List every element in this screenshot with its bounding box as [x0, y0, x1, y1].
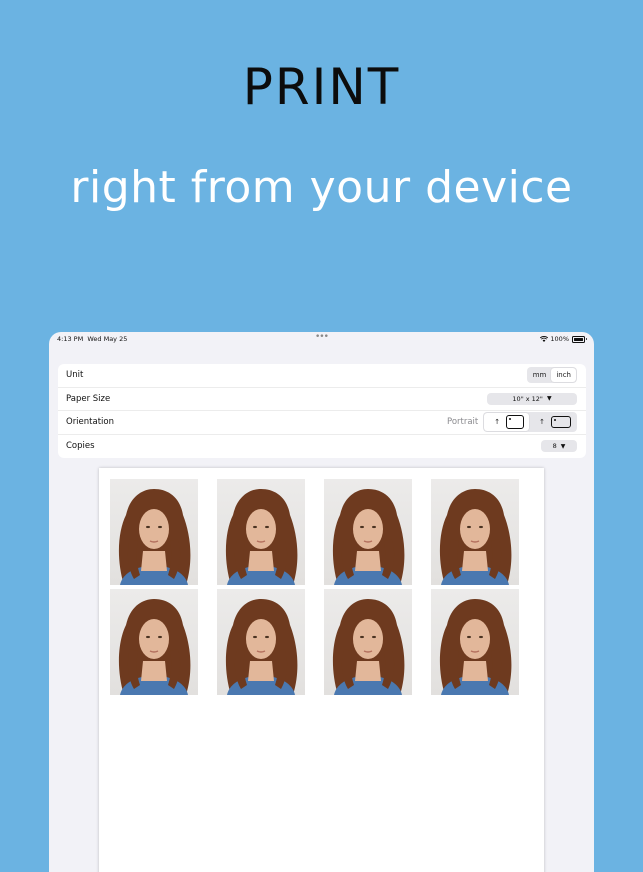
battery-percent: 100%	[550, 335, 569, 343]
arrow-up-icon: ↑	[494, 417, 501, 426]
print-preview-page	[99, 468, 544, 872]
passport-photo	[324, 479, 412, 585]
status-date: Wed May 25	[87, 335, 128, 343]
device-screen: 4:13 PM Wed May 25 ••• 100% Unit mm inch…	[49, 332, 594, 872]
unit-option-mm[interactable]: mm	[528, 368, 552, 382]
paper-size-value: 10" x 12"	[512, 394, 543, 403]
landscape-icon	[551, 416, 571, 429]
orientation-portrait-button[interactable]: ↑	[484, 413, 530, 432]
passport-photo	[324, 589, 412, 695]
orientation-controls: Portrait ↑ ↑	[447, 412, 577, 433]
orientation-value: Portrait	[447, 417, 479, 428]
paper-size-label: Paper Size	[66, 393, 111, 404]
passport-photo	[110, 479, 198, 585]
copies-label: Copies	[66, 441, 95, 452]
caret-down-icon: ▼	[546, 395, 552, 403]
battery-icon	[572, 335, 587, 343]
passport-photo	[431, 589, 519, 695]
status-time: 4:13 PM Wed May 25	[57, 335, 127, 343]
orientation-row: Orientation Portrait ↑ ↑	[58, 411, 586, 435]
orientation-segmented-control[interactable]: ↑ ↑	[483, 412, 577, 433]
passport-photo	[217, 479, 305, 585]
portrait-icon	[506, 415, 525, 430]
copies-dropdown[interactable]: 8 ▼	[541, 440, 577, 453]
orientation-landscape-button[interactable]: ↑	[529, 413, 576, 431]
headline: PRINT	[242, 58, 401, 116]
more-icon[interactable]: •••	[315, 332, 329, 342]
unit-label: Unit	[66, 370, 84, 381]
copies-row: Copies 8 ▼	[58, 435, 586, 459]
passport-photo	[110, 589, 198, 695]
passport-photo	[217, 589, 305, 695]
passport-photo	[431, 479, 519, 585]
unit-option-inch[interactable]: inch	[551, 368, 576, 383]
caret-down-icon: ▼	[560, 442, 566, 450]
status-time-text: 4:13 PM	[57, 335, 84, 343]
paper-size-dropdown[interactable]: 10" x 12" ▼	[487, 392, 577, 405]
orientation-label: Orientation	[66, 417, 114, 428]
paper-size-row: Paper Size 10" x 12" ▼	[58, 388, 586, 411]
arrow-up-icon: ↑	[539, 417, 545, 426]
unit-segmented-control[interactable]: mm inch	[526, 367, 577, 384]
status-bar: 4:13 PM Wed May 25 ••• 100%	[49, 332, 594, 346]
photo-grid	[110, 479, 519, 695]
subheadline: right from your device	[70, 162, 573, 213]
unit-row: Unit mm inch	[58, 364, 586, 388]
copies-value: 8	[552, 442, 557, 451]
wifi-icon	[540, 336, 549, 342]
status-right: 100%	[540, 335, 587, 343]
print-settings-panel: Unit mm inch Paper Size 10" x 12" ▼ Orie…	[58, 364, 586, 458]
